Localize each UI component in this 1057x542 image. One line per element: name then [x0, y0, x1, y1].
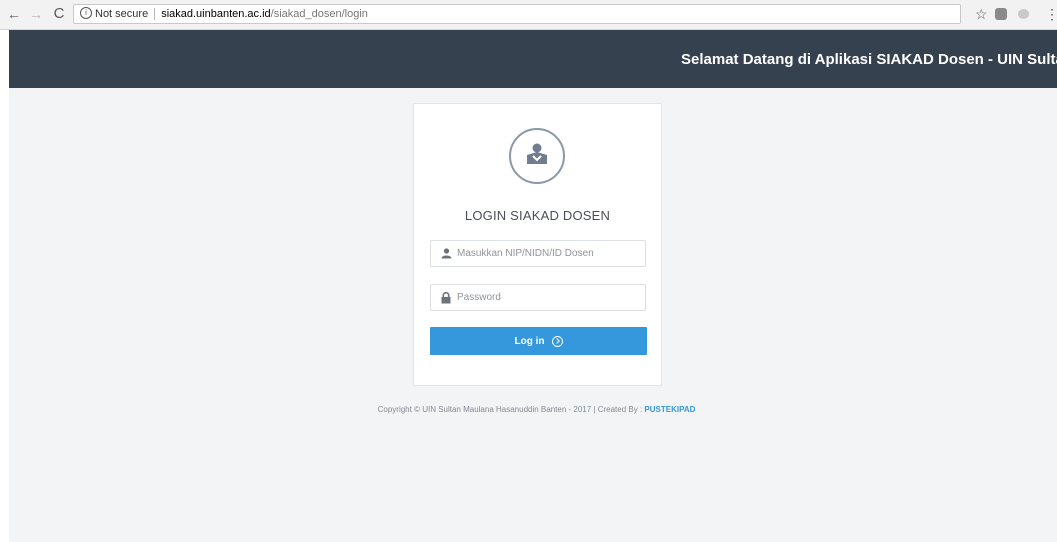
app-header: Selamat Datang di Aplikasi SIAKAD Dosen … [9, 30, 1057, 88]
browser-menu-icon[interactable]: ⋮ [1045, 6, 1057, 23]
extension-icon[interactable] [995, 8, 1007, 20]
welcome-banner: Selamat Datang di Aplikasi SIAKAD Dosen … [681, 51, 1057, 68]
address-bar[interactable]: i Not secure siakad.uinbanten.ac.id/siakad… [73, 4, 961, 24]
page-margin [0, 30, 9, 542]
info-icon[interactable]: i [80, 7, 92, 20]
arrow-circle-right-icon [551, 335, 563, 347]
login-button-label: Log in [514, 335, 545, 347]
user-icon [441, 248, 452, 259]
footer-copyright: Copyright © UIN Sultan Maulana Hasanuddi… [0, 405, 1057, 414]
browser-toolbar: ← → C i Not secure siakad.uinbanten.ac.id/… [0, 0, 1057, 30]
username-input[interactable] [457, 241, 641, 266]
user-avatar [509, 128, 565, 184]
url-divider [154, 8, 156, 21]
forward-arrow-icon[interactable]: → [28, 6, 44, 22]
user-icon [527, 143, 547, 164]
url-host[interactable]: siakad.uinbanten.ac.id [161, 8, 270, 20]
url-path[interactable]: /siakad_dosen/login [271, 8, 368, 20]
bookmark-star-icon[interactable]: ☆ [975, 6, 988, 22]
username-field[interactable] [430, 240, 646, 267]
extension-icon[interactable] [1018, 9, 1029, 19]
login-card: LOGIN SIAKAD DOSEN Log in [413, 103, 662, 386]
creator-link[interactable]: PUSTEKIPAD [644, 405, 695, 414]
password-input[interactable] [457, 285, 641, 310]
back-arrow-icon[interactable]: ← [6, 6, 22, 22]
reload-icon[interactable]: C [51, 6, 67, 22]
login-title: LOGIN SIAKAD DOSEN [464, 208, 611, 223]
login-button[interactable]: Log in [430, 327, 647, 355]
lock-icon [441, 292, 451, 304]
copyright-text: Copyright © UIN Sultan Maulana Hasanuddi… [377, 405, 645, 414]
password-field[interactable] [430, 284, 646, 311]
security-label[interactable]: Not secure [95, 8, 148, 20]
